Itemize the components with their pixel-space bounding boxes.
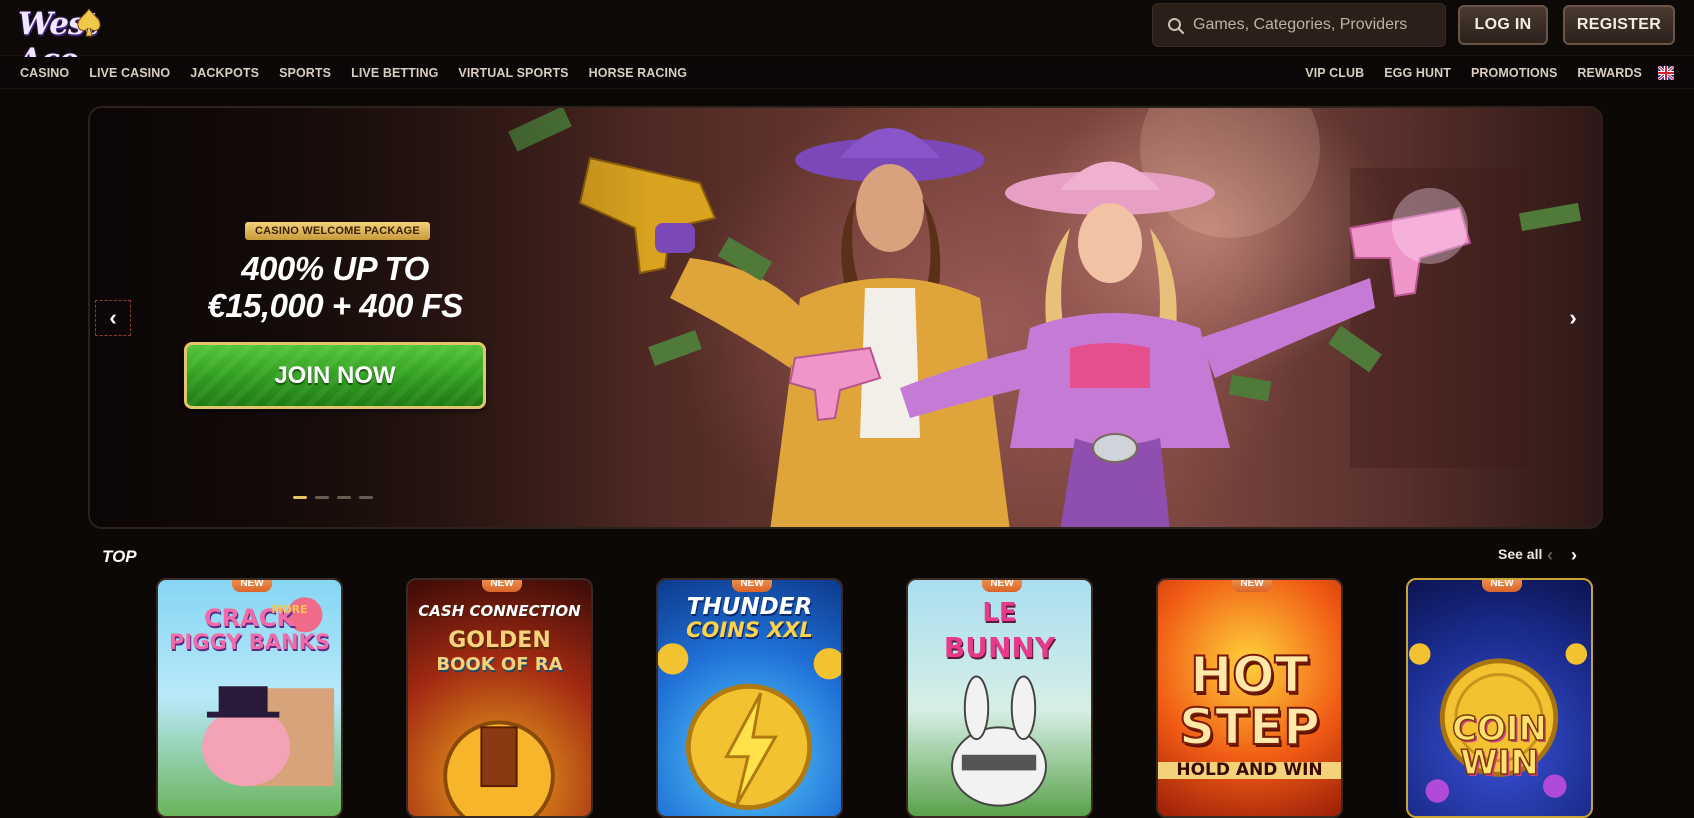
game-card-crack-more-piggy-banks[interactable]: NEW CRACK MORE PIGGY BANKS [156, 578, 343, 818]
nav-left: CASINO LIVE CASINO JACKPOTS SPORTS LIVE … [20, 57, 687, 89]
carousel-dot-2[interactable] [315, 496, 329, 499]
game-title-main: LE [982, 598, 1017, 628]
nav-item-egg-hunt[interactable]: EGG HUNT [1384, 66, 1451, 80]
game-title-sub: BUNNY [943, 631, 1056, 664]
west-ace-logo[interactable]: WestAce [18, 4, 143, 78]
site-header: WestAce LOG IN REGISTER [0, 0, 1694, 78]
nav-item-casino[interactable]: CASINO [20, 66, 69, 80]
hero-offer-title: 400% UP TO €15,000 + 400 FS [90, 250, 580, 324]
game-title-sub: WIN [1459, 743, 1539, 783]
welcome-package-badge: CASINO WELCOME PACKAGE [245, 222, 430, 240]
chevron-left-icon[interactable]: ‹ [1547, 545, 1553, 566]
game-card-golden-book-of-ra[interactable]: NEW CASH CONNECTION GOLDEN BOOK OF RA [406, 578, 593, 818]
game-title-main: THUNDER [686, 594, 813, 620]
chevron-right-icon[interactable]: › [1571, 545, 1577, 566]
login-button[interactable]: LOG IN [1458, 5, 1548, 45]
register-button[interactable]: REGISTER [1563, 5, 1675, 45]
carousel-dots [293, 496, 373, 499]
carousel-dot-4[interactable] [359, 496, 373, 499]
new-badge: NEW [482, 580, 522, 592]
new-badge: NEW [732, 580, 772, 592]
search-icon [1168, 18, 1185, 35]
hero-banner[interactable]: CASINO WELCOME PACKAGE 400% UP TO €15,00… [88, 106, 1603, 529]
search-input[interactable] [1193, 4, 1441, 46]
game-title-main: HOT [1189, 646, 1309, 704]
hero-offer-line-1: 400% UP TO [241, 250, 429, 287]
new-badge: NEW [232, 580, 272, 592]
carousel-dot-1[interactable] [293, 496, 307, 499]
new-badge: NEW [1482, 580, 1522, 592]
nav-item-virtual-sports[interactable]: VIRTUAL SPORTS [458, 66, 568, 80]
nav-item-live-betting[interactable]: LIVE BETTING [351, 66, 438, 80]
nav-item-live-casino[interactable]: LIVE CASINO [89, 66, 170, 80]
game-title-main: GOLDEN [448, 628, 551, 653]
game-title-provider: CASH CONNECTION [418, 602, 581, 620]
new-badge: NEW [982, 580, 1022, 592]
new-badge: NEW [1232, 580, 1272, 592]
game-card-le-bunny[interactable]: NEW LE BUNNY [906, 578, 1093, 818]
game-title-tagline: HOLD AND WIN [1158, 762, 1341, 779]
game-title-sub: COINS XXL [686, 618, 813, 642]
see-all-link[interactable]: See all [1498, 546, 1542, 562]
game-title-main: PIGGY BANKS [169, 630, 330, 654]
game-title-sub: BOOK OF RA [436, 654, 563, 675]
game-title-sub: MORE [271, 603, 308, 616]
game-card-hot-step[interactable]: NEW HOT STEP HOLD AND WIN [1156, 578, 1343, 818]
nav-item-rewards[interactable]: REWARDS [1577, 66, 1642, 80]
game-title-main: COIN [1451, 709, 1547, 749]
nav-right: VIP CLUB EGG HUNT PROMOTIONS REWARDS [1305, 57, 1642, 89]
chevron-right-icon[interactable]: › [1555, 300, 1591, 336]
game-title-sub: STEP [1178, 698, 1321, 756]
main-nav: CASINO LIVE CASINO JACKPOTS SPORTS LIVE … [0, 57, 1694, 89]
search-box[interactable] [1152, 3, 1446, 47]
section-title-top: TOP [102, 547, 137, 566]
nav-item-promotions[interactable]: PROMOTIONS [1471, 66, 1557, 80]
nav-item-horse-racing[interactable]: HORSE RACING [589, 66, 687, 80]
carousel-dot-3[interactable] [337, 496, 351, 499]
nav-item-jackpots[interactable]: JACKPOTS [190, 66, 259, 80]
top-games-row: NEW CRACK MORE PIGGY BANKS NEW CASH CONN… [156, 578, 1593, 818]
spade-icon [77, 8, 101, 37]
uk-flag-icon[interactable] [1658, 66, 1674, 80]
join-now-button[interactable]: JOIN NOW [184, 342, 486, 409]
game-card-thunder-coins-xxl[interactable]: NEW THUNDER COINS XXL [656, 578, 843, 818]
hero-offer-line-2: €15,000 + 400 FS [207, 287, 463, 324]
chevron-left-icon[interactable]: ‹ [95, 300, 131, 336]
nav-item-sports[interactable]: SPORTS [279, 66, 331, 80]
nav-item-vip-club[interactable]: VIP CLUB [1305, 66, 1364, 80]
game-card-coin-win[interactable]: NEW COIN WIN [1406, 578, 1593, 818]
